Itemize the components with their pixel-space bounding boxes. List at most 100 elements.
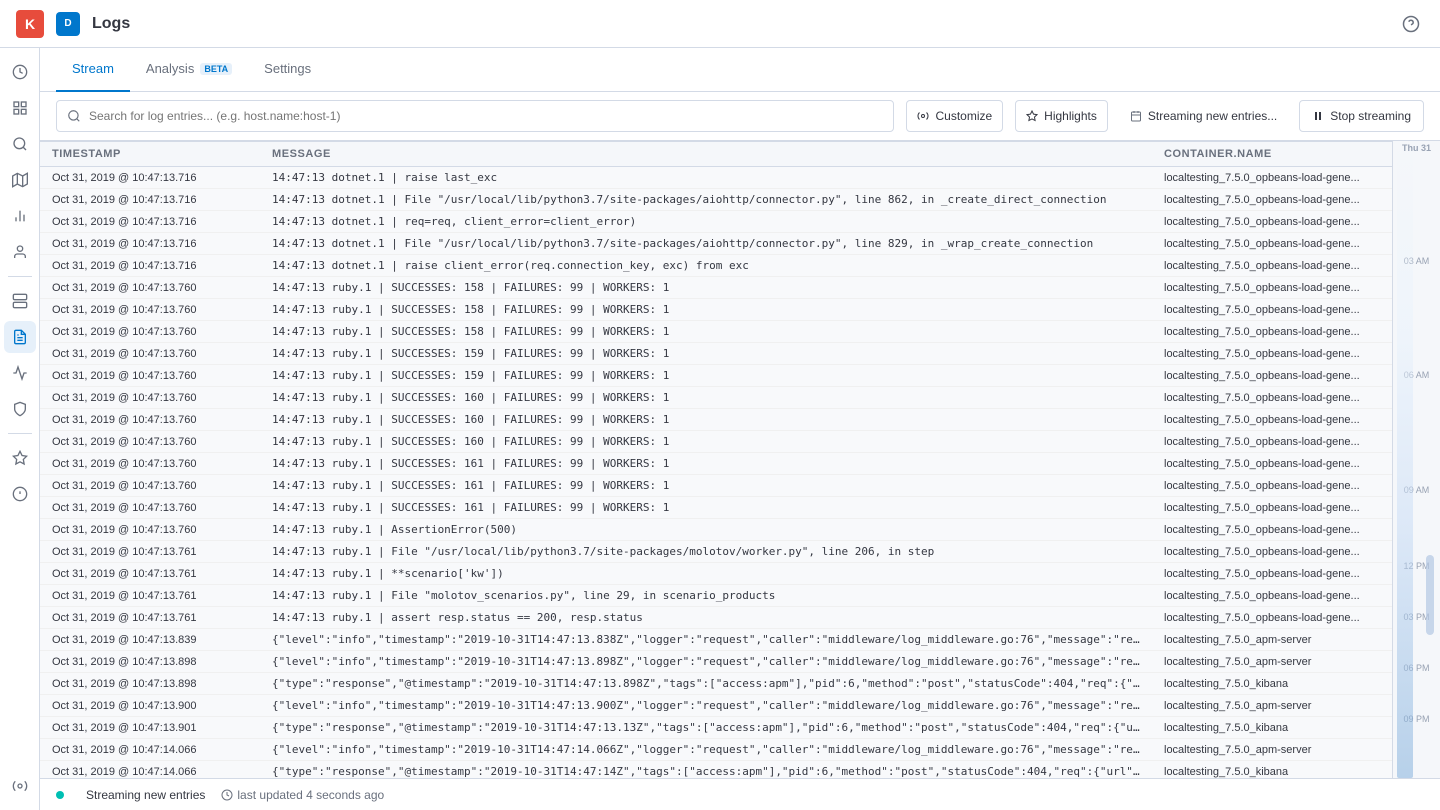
sidebar-item-maps[interactable]: [4, 164, 36, 196]
table-row[interactable]: Oct 31, 2019 @ 10:47:13.901{"type":"resp…: [40, 717, 1392, 739]
cell-container: localtesting_7.5.0_opbeans-load-gene...: [1152, 255, 1392, 277]
cell-message: 14:47:13 ruby.1 | AssertionError(500): [260, 519, 1152, 541]
cell-message: 14:47:13 ruby.1 | SUCCESSES: 158 | FAILU…: [260, 321, 1152, 343]
cell-timestamp: Oct 31, 2019 @ 10:47:13.760: [40, 475, 260, 497]
cell-container: localtesting_7.5.0_apm-server: [1152, 695, 1392, 717]
cell-timestamp: Oct 31, 2019 @ 10:47:14.066: [40, 739, 260, 761]
cell-timestamp: Oct 31, 2019 @ 10:47:13.760: [40, 321, 260, 343]
cell-timestamp: Oct 31, 2019 @ 10:47:13.761: [40, 607, 260, 629]
cell-timestamp: Oct 31, 2019 @ 10:47:13.839: [40, 629, 260, 651]
cell-timestamp: Oct 31, 2019 @ 10:47:13.760: [40, 497, 260, 519]
cell-message: 14:47:13 dotnet.1 | File "/usr/local/lib…: [260, 189, 1152, 211]
table-row[interactable]: Oct 31, 2019 @ 10:47:13.76114:47:13 ruby…: [40, 607, 1392, 629]
stop-streaming-button[interactable]: Stop streaming: [1299, 100, 1424, 132]
table-row[interactable]: Oct 31, 2019 @ 10:47:14.066{"level":"inf…: [40, 739, 1392, 761]
topbar: K D Logs: [0, 0, 1440, 48]
table-row[interactable]: Oct 31, 2019 @ 10:47:13.76014:47:13 ruby…: [40, 431, 1392, 453]
cell-container: localtesting_7.5.0_opbeans-load-gene...: [1152, 497, 1392, 519]
sidebar-item-canvas[interactable]: [4, 236, 36, 268]
topbar-actions: [1398, 11, 1424, 37]
tabs-bar: Stream Analysis BETA Settings: [40, 48, 1440, 92]
cell-timestamp: Oct 31, 2019 @ 10:47:13.760: [40, 343, 260, 365]
table-row[interactable]: Oct 31, 2019 @ 10:47:13.71614:47:13 dotn…: [40, 211, 1392, 233]
cell-timestamp: Oct 31, 2019 @ 10:47:13.898: [40, 673, 260, 695]
cell-container: localtesting_7.5.0_apm-server: [1152, 739, 1392, 761]
customize-icon: [917, 110, 929, 122]
cell-timestamp: Oct 31, 2019 @ 10:47:13.760: [40, 409, 260, 431]
table-row[interactable]: Oct 31, 2019 @ 10:47:13.76014:47:13 ruby…: [40, 519, 1392, 541]
search-box[interactable]: [56, 100, 894, 132]
table-row[interactable]: Oct 31, 2019 @ 10:47:13.76014:47:13 ruby…: [40, 343, 1392, 365]
sidebar-item-apm[interactable]: [4, 357, 36, 389]
cell-timestamp: Oct 31, 2019 @ 10:47:13.760: [40, 299, 260, 321]
table-row[interactable]: Oct 31, 2019 @ 10:47:13.900{"level":"inf…: [40, 695, 1392, 717]
table-row[interactable]: Oct 31, 2019 @ 10:47:13.76014:47:13 ruby…: [40, 453, 1392, 475]
sidebar-item-settings[interactable]: [4, 770, 36, 802]
table-row[interactable]: Oct 31, 2019 @ 10:47:13.76014:47:13 ruby…: [40, 277, 1392, 299]
sidebar-item-dashboard[interactable]: [4, 92, 36, 124]
table-row[interactable]: Oct 31, 2019 @ 10:47:13.839{"level":"inf…: [40, 629, 1392, 651]
sidebar-item-visualize[interactable]: [4, 200, 36, 232]
table-row[interactable]: Oct 31, 2019 @ 10:47:14.066{"type":"resp…: [40, 761, 1392, 779]
sidebar-item-recent[interactable]: [4, 56, 36, 88]
cell-container: localtesting_7.5.0_opbeans-load-gene...: [1152, 343, 1392, 365]
table-row[interactable]: Oct 31, 2019 @ 10:47:13.76014:47:13 ruby…: [40, 299, 1392, 321]
cell-message: {"level":"info","timestamp":"2019-10-31T…: [260, 651, 1152, 673]
help-button[interactable]: [1398, 11, 1424, 37]
cell-timestamp: Oct 31, 2019 @ 10:47:13.761: [40, 585, 260, 607]
cell-container: localtesting_7.5.0_opbeans-load-gene...: [1152, 167, 1392, 189]
sidebar-item-logs[interactable]: [4, 321, 36, 353]
customize-button[interactable]: Customize: [906, 100, 1003, 132]
tab-stream[interactable]: Stream: [56, 48, 130, 92]
table-row[interactable]: Oct 31, 2019 @ 10:47:13.898{"level":"inf…: [40, 651, 1392, 673]
cell-message: 14:47:13 dotnet.1 | File "/usr/local/lib…: [260, 233, 1152, 255]
table-row[interactable]: Oct 31, 2019 @ 10:47:13.76014:47:13 ruby…: [40, 475, 1392, 497]
cell-message: 14:47:13 ruby.1 | SUCCESSES: 158 | FAILU…: [260, 299, 1152, 321]
table-row[interactable]: Oct 31, 2019 @ 10:47:13.76014:47:13 ruby…: [40, 321, 1392, 343]
timeline-bar[interactable]: Thu 31 03 AM 06 AM 09 AM 12 PM 03 PM 06 …: [1392, 141, 1440, 778]
log-table-wrapper[interactable]: Timestamp Message container.name Oct 31,…: [40, 141, 1392, 778]
table-row[interactable]: Oct 31, 2019 @ 10:47:13.76114:47:13 ruby…: [40, 541, 1392, 563]
cell-container: localtesting_7.5.0_opbeans-load-gene...: [1152, 431, 1392, 453]
search-input[interactable]: [89, 109, 883, 123]
table-row[interactable]: Oct 31, 2019 @ 10:47:13.76114:47:13 ruby…: [40, 585, 1392, 607]
sidebar-item-siem[interactable]: [4, 478, 36, 510]
search-icon: [67, 109, 81, 123]
cell-container: localtesting_7.5.0_apm-server: [1152, 629, 1392, 651]
cell-timestamp: Oct 31, 2019 @ 10:47:13.760: [40, 387, 260, 409]
table-row[interactable]: Oct 31, 2019 @ 10:47:13.76114:47:13 ruby…: [40, 563, 1392, 585]
cell-timestamp: Oct 31, 2019 @ 10:47:13.900: [40, 695, 260, 717]
table-row[interactable]: Oct 31, 2019 @ 10:47:13.76014:47:13 ruby…: [40, 387, 1392, 409]
table-row[interactable]: Oct 31, 2019 @ 10:47:13.76014:47:13 ruby…: [40, 497, 1392, 519]
cell-container: localtesting_7.5.0_opbeans-load-gene...: [1152, 475, 1392, 497]
tab-settings[interactable]: Settings: [248, 48, 327, 92]
table-row[interactable]: Oct 31, 2019 @ 10:47:13.71614:47:13 dotn…: [40, 255, 1392, 277]
cell-container: localtesting_7.5.0_kibana: [1152, 673, 1392, 695]
cell-container: localtesting_7.5.0_kibana: [1152, 717, 1392, 739]
beta-badge: BETA: [200, 63, 232, 75]
cell-message: 14:47:13 ruby.1 | SUCCESSES: 160 | FAILU…: [260, 431, 1152, 453]
table-row[interactable]: Oct 31, 2019 @ 10:47:13.71614:47:13 dotn…: [40, 167, 1392, 189]
table-row[interactable]: Oct 31, 2019 @ 10:47:13.76014:47:13 ruby…: [40, 365, 1392, 387]
log-area: Timestamp Message container.name Oct 31,…: [40, 141, 1440, 778]
sidebar-item-ml[interactable]: [4, 442, 36, 474]
table-row[interactable]: Oct 31, 2019 @ 10:47:13.76014:47:13 ruby…: [40, 409, 1392, 431]
statusbar: Streaming new entries last updated 4 sec…: [40, 778, 1440, 810]
sidebar-item-uptime[interactable]: [4, 393, 36, 425]
table-row[interactable]: Oct 31, 2019 @ 10:47:13.71614:47:13 dotn…: [40, 189, 1392, 211]
timeline-histogram: [1397, 141, 1413, 778]
cell-message: 14:47:13 dotnet.1 | req=req, client_erro…: [260, 211, 1152, 233]
cell-message: {"type":"response","@timestamp":"2019-10…: [260, 717, 1152, 739]
col-header-message: Message: [260, 142, 1152, 167]
tab-analysis[interactable]: Analysis BETA: [130, 48, 248, 92]
cell-container: localtesting_7.5.0_opbeans-load-gene...: [1152, 519, 1392, 541]
clock-icon: [221, 789, 233, 801]
main-layout: Stream Analysis BETA Settings: [0, 48, 1440, 810]
table-row[interactable]: Oct 31, 2019 @ 10:47:13.898{"type":"resp…: [40, 673, 1392, 695]
highlights-button[interactable]: Highlights: [1015, 100, 1108, 132]
sidebar: [0, 48, 40, 810]
table-row[interactable]: Oct 31, 2019 @ 10:47:13.71614:47:13 dotn…: [40, 233, 1392, 255]
sidebar-item-infrastructure[interactable]: [4, 285, 36, 317]
cell-container: localtesting_7.5.0_opbeans-load-gene...: [1152, 387, 1392, 409]
sidebar-item-discover[interactable]: [4, 128, 36, 160]
